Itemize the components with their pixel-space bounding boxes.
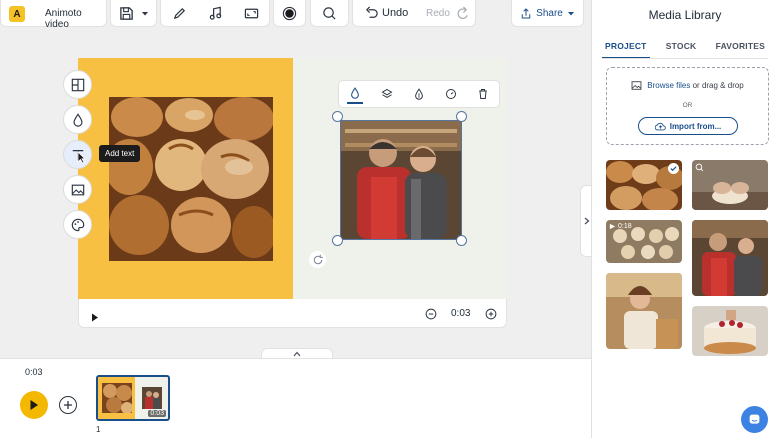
media-library-panel: Media Library PROJECT STOCK FAVORITES Br… [591,0,777,438]
save-group [110,0,157,27]
add-scene-button[interactable] [59,396,77,414]
video-duration-badge: 0:18 [609,223,632,230]
add-image-tool[interactable] [63,175,92,204]
checkmark-icon [668,163,679,174]
save-icon[interactable] [119,5,135,21]
color-drop-icon[interactable] [347,84,363,104]
timeline: 0:03 0:03 1 [0,358,591,438]
zoom-in-icon[interactable] [485,307,497,325]
tools-group [160,0,270,27]
scene-thumb-bread [102,383,132,413]
chevron-up-icon [293,351,301,357]
upload-dropzone[interactable]: Browse files or drag & drop OR Import fr… [606,67,769,145]
plus-icon [64,401,72,409]
video-duration: 0:18 [618,223,632,230]
share-icon [520,5,532,21]
scene-duration-badge: 0:03 [148,410,166,417]
background-color-tool[interactable] [63,105,92,134]
music-icon[interactable] [207,5,223,21]
media-item[interactable] [692,306,768,356]
drag-drop-text: or drag & drop [692,81,744,90]
media-item[interactable] [692,160,768,210]
import-from-button[interactable]: Import from... [638,117,738,135]
media-tabs: PROJECT STOCK FAVORITES [602,41,768,59]
resize-handle-bottom-right[interactable] [456,235,467,246]
scene-duration[interactable]: 0:03 [451,308,470,319]
layout-tool[interactable] [63,70,92,99]
animoto-logo[interactable]: A [9,6,25,22]
layout-icon [71,78,84,91]
undo-button[interactable]: Undo [382,7,408,19]
chevron-right-icon [584,217,589,225]
share-chevron-icon [567,5,575,21]
media-item[interactable] [606,273,682,349]
rotate-icon [313,254,323,264]
resize-handle-top-right[interactable] [456,111,467,122]
cloud-upload-icon [654,122,666,130]
aspect-ratio-icon[interactable] [243,5,259,21]
mouse-cursor-icon [77,151,86,164]
preview-player-bar: 0:03 [78,299,507,328]
help-chat-button[interactable] [741,406,768,433]
layers-icon[interactable] [379,86,395,102]
browse-row: Browse files or drag & drop [607,80,768,91]
resize-handle-top-left[interactable] [332,111,343,122]
trash-icon[interactable] [475,86,491,102]
search-group [310,0,349,27]
panel-title: Media Library [648,8,722,22]
add-text-tooltip: Add text [99,145,141,162]
image-icon [71,184,84,195]
record-icon[interactable] [282,5,298,21]
scene-thumb-bakers [142,387,162,409]
top-toolbar: A Animoto video Undo Redo Share [0,0,591,30]
chat-icon [749,414,760,424]
style-tool[interactable] [63,210,92,239]
project-title-group: A Animoto video [0,0,107,30]
play-icon [30,400,38,410]
media-item[interactable] [606,160,682,210]
redo-icon[interactable] [454,5,470,21]
media-thumb-woman-baker [606,273,682,349]
preview-play-icon[interactable] [91,309,99,327]
share-button[interactable]: Share [511,0,584,27]
bread-image[interactable] [105,97,276,261]
tab-favorites[interactable]: FAVORITES [713,41,768,59]
media-thumb-bakers [692,220,768,296]
color-drop-icon [72,112,83,127]
project-name[interactable]: Animoto video [45,8,106,30]
search-icon[interactable] [322,5,338,21]
tab-project[interactable]: PROJECT [602,41,650,59]
pen-icon[interactable] [171,5,187,21]
zoom-preview-icon [695,163,704,172]
undo-icon[interactable] [363,5,379,21]
media-thumb-cake [692,306,768,356]
redo-button[interactable]: Redo [426,8,450,19]
share-label: Share [536,7,563,19]
timeline-play-button[interactable] [20,391,48,419]
scene-number: 1 [96,425,101,434]
scene-thumbnail[interactable]: 0:03 [96,375,170,421]
element-toolbar [338,80,500,108]
history-group: Undo Redo [352,0,476,27]
resize-handle-bottom-left[interactable] [332,235,343,246]
timing-icon[interactable] [443,86,459,102]
zoom-out-icon[interactable] [425,307,437,325]
save-menu-chevron-icon[interactable] [141,5,149,21]
media-item-video[interactable]: 0:18 [606,220,682,263]
record-group [273,0,306,27]
tabs-divider [602,58,768,59]
bakers-image[interactable] [340,120,462,240]
media-item[interactable] [692,220,768,296]
palette-icon [71,218,84,231]
import-label: Import from... [669,121,722,131]
rotate-handle[interactable] [309,251,326,268]
tab-stock[interactable]: STOCK [663,41,700,59]
effects-icon[interactable] [411,86,427,102]
or-divider: OR [682,102,693,109]
image-icon [631,81,642,90]
current-time: 0:03 [25,367,43,377]
browse-files-link[interactable]: Browse files [647,81,690,90]
video-play-icon [609,223,616,230]
